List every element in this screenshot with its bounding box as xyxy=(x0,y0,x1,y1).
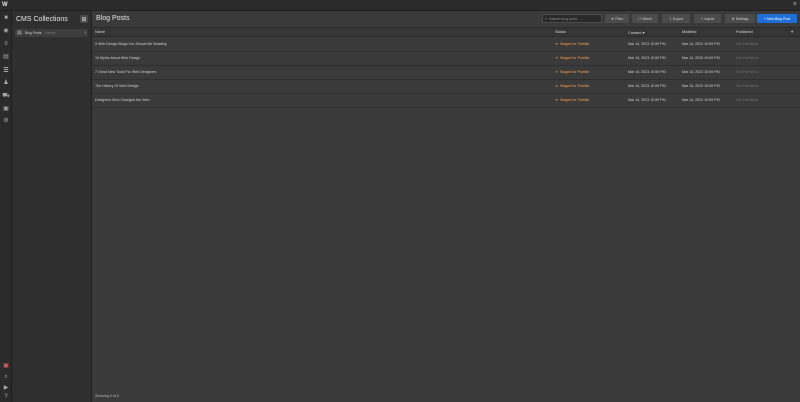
users-icon[interactable]: ♟ xyxy=(2,78,10,86)
settings-button[interactable]: ⚙ Settings xyxy=(725,14,755,23)
collection-label: Blog Posts xyxy=(24,31,42,35)
table-row[interactable]: Designers Who Changed the Web ➜ Staged fo… xyxy=(92,94,800,108)
status-label: Staged for Publish xyxy=(560,70,590,74)
status-arrow-icon: ➜ xyxy=(555,70,559,74)
search-placeholder: Search blog posts xyxy=(549,16,578,21)
video-icon[interactable]: ▶ xyxy=(2,383,10,391)
ecommerce-icon[interactable]: ⛟ xyxy=(2,92,10,100)
select-button[interactable]: ☐ Select xyxy=(632,14,658,23)
row-modified: Mar 14, 2023 10:59 PM xyxy=(682,70,720,74)
row-published: Not Published xyxy=(736,42,759,46)
row-status: ➜ Staged for Publish xyxy=(555,70,589,74)
row-status: ➜ Staged for Publish xyxy=(555,42,589,46)
status-arrow-icon: ➜ xyxy=(555,56,559,60)
row-modified: Mar 14, 2023 10:59 PM xyxy=(682,84,720,88)
status-label: Staged for Publish xyxy=(560,84,590,88)
status-arrow-icon: ➜ xyxy=(555,84,559,88)
collection-count: 5 items xyxy=(44,31,56,35)
row-created: Mar 14, 2023 10:59 PM xyxy=(628,70,666,74)
main-panel: Blog Posts ⌕ Search blog posts ▼ Filter … xyxy=(92,11,800,402)
row-published: Not Published xyxy=(736,56,759,60)
row-modified: Mar 14, 2023 10:59 PM xyxy=(682,98,720,102)
collections-panel: CMS Collections ⊞ ▤ Blog Posts 5 items › xyxy=(12,11,92,402)
row-name: 5 Web Design Blogs You Should Be Reading xyxy=(95,42,167,46)
pages-icon[interactable]: ◉ xyxy=(2,26,10,34)
table-row[interactable]: The History Of Web Design ➜ Staged for Pu… xyxy=(92,80,800,94)
row-name: Designers Who Changed the Web xyxy=(95,98,150,102)
settings-icon[interactable]: ⚙ xyxy=(2,116,10,124)
export-button[interactable]: ⇩ Export xyxy=(662,14,690,23)
row-created: Mar 14, 2023 10:59 PM xyxy=(628,56,666,60)
search-icon[interactable]: ⌕ xyxy=(2,373,10,381)
cms-icon[interactable]: ☰ xyxy=(2,66,10,74)
assets-icon[interactable]: ▣ xyxy=(2,104,10,112)
record-icon[interactable]: ▣ xyxy=(2,361,10,369)
navigator-icon[interactable]: ≡ xyxy=(2,40,10,48)
search-icon: ⌕ xyxy=(545,16,548,21)
table-row[interactable]: 5 Web Design Blogs You Should Be Reading… xyxy=(92,38,800,52)
left-rail: ■ ◉ ≡ ▤ ☰ ♟ ⛟ ▣ ⚙ ▣ ⌕ ▶ ? xyxy=(0,11,12,402)
status-arrow-icon: ➜ xyxy=(555,42,559,46)
add-icon[interactable]: ■ xyxy=(2,14,10,22)
table-row[interactable]: 10 Myths About Web Design ➜ Staged for Pu… xyxy=(92,52,800,66)
close-icon[interactable]: × xyxy=(793,1,797,8)
status-label: Staged for Publish xyxy=(560,56,590,60)
pin-column-icon[interactable]: ⌖ xyxy=(791,30,793,34)
row-status: ➜ Staged for Publish xyxy=(555,56,589,60)
add-collection-button[interactable]: ⊞ xyxy=(80,15,88,23)
row-published: Not Published xyxy=(736,98,759,102)
row-status: ➜ Staged for Publish xyxy=(555,98,589,102)
collections-title: CMS Collections xyxy=(16,16,68,23)
status-label: Staged for Publish xyxy=(560,98,590,102)
file-icon[interactable]: ▤ xyxy=(2,52,10,60)
column-name[interactable]: Name xyxy=(95,30,105,34)
import-button[interactable]: ⇧ Import xyxy=(694,14,721,23)
status-label: Staged for Publish xyxy=(560,42,590,46)
database-icon: ▤ xyxy=(17,30,22,36)
row-modified: Mar 14, 2023 10:59 PM xyxy=(682,56,720,60)
column-published[interactable]: Published xyxy=(736,30,753,34)
row-created: Mar 14, 2023 10:59 PM xyxy=(628,84,666,88)
page-title: Blog Posts xyxy=(96,15,130,22)
table-row[interactable]: 7 Great New Tools For Web Designers ➜ Sta… xyxy=(92,66,800,80)
collection-item-blog-posts[interactable]: ▤ Blog Posts 5 items › xyxy=(15,29,88,37)
new-blog-post-button[interactable]: + New Blog Post xyxy=(757,14,797,23)
row-published: Not Published xyxy=(736,84,759,88)
row-modified: Mar 14, 2023 10:59 PM xyxy=(682,42,720,46)
column-modified[interactable]: Modified xyxy=(682,30,696,34)
pagination-status: Showing 5 of 5 xyxy=(95,394,119,398)
search-input[interactable]: ⌕ Search blog posts xyxy=(542,14,602,23)
main-header: Blog Posts ⌕ Search blog posts ▼ Filter … xyxy=(92,11,800,28)
status-arrow-icon: ➜ xyxy=(555,98,559,102)
help-icon[interactable]: ? xyxy=(2,393,10,401)
row-created: Mar 14, 2023 10:59 PM xyxy=(628,98,666,102)
webflow-logo[interactable]: W xyxy=(2,2,8,8)
filter-button[interactable]: ▼ Filter xyxy=(605,14,629,23)
table-header: Name Status Created ▾ Modified Published… xyxy=(92,28,800,37)
row-created: Mar 14, 2023 10:59 PM xyxy=(628,42,666,46)
row-published: Not Published xyxy=(736,70,759,74)
chevron-right-icon: › xyxy=(84,30,86,36)
row-status: ➜ Staged for Publish xyxy=(555,84,589,88)
row-name: The History Of Web Design xyxy=(95,84,139,88)
row-name: 10 Myths About Web Design xyxy=(95,56,141,60)
column-created[interactable]: Created ▾ xyxy=(628,30,644,35)
row-name: 7 Great New Tools For Web Designers xyxy=(95,70,157,74)
column-status[interactable]: Status xyxy=(555,30,566,34)
top-bar: W × xyxy=(0,0,800,11)
